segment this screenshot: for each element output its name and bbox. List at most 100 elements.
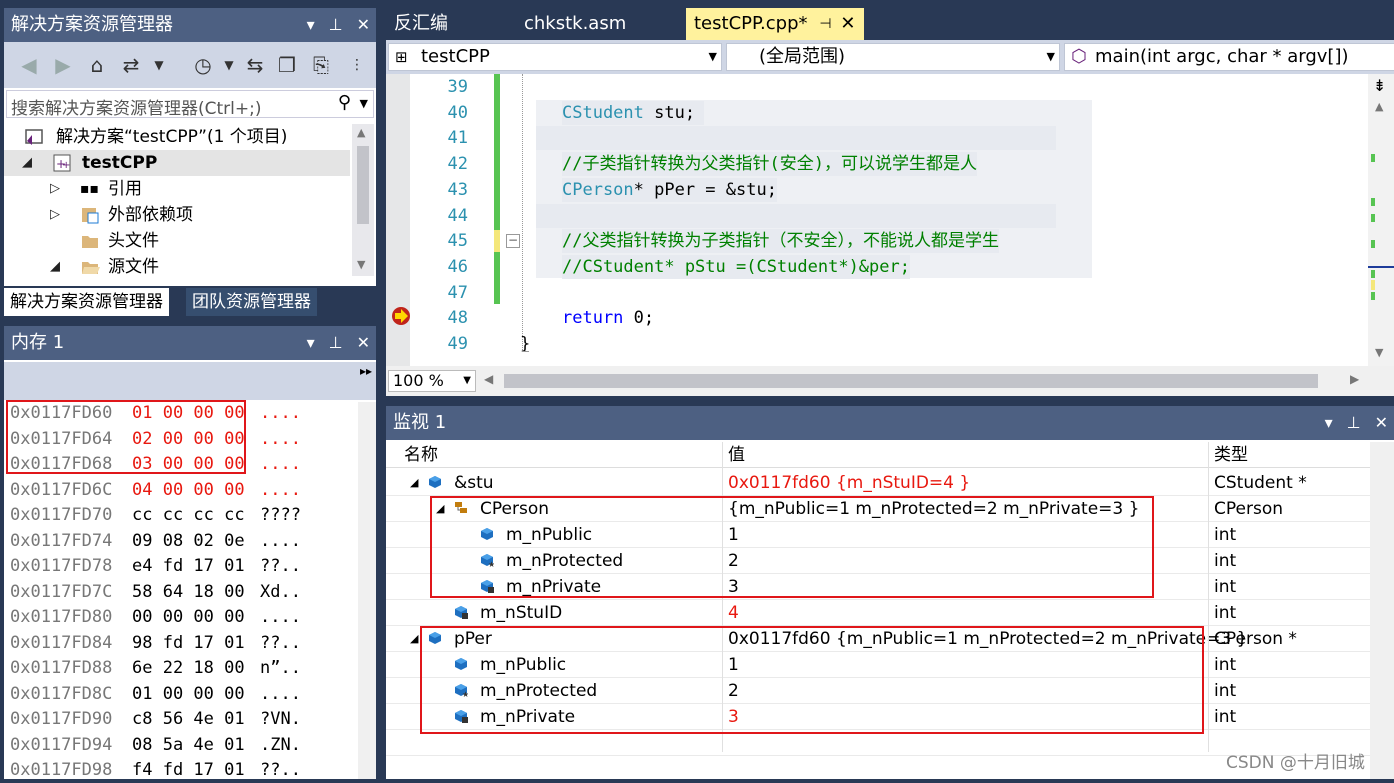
memory-row[interactable]: 0x0117FD84 98 fd 17 01??..: [10, 630, 301, 656]
memory-row[interactable]: 0x0117FD70 cc cc cc cc????: [10, 502, 301, 528]
copy-icon[interactable]: ⎘: [308, 52, 334, 78]
watch-value[interactable]: 3: [728, 574, 739, 600]
collapsed-arrow-icon[interactable]: ▷: [50, 202, 60, 228]
home-icon[interactable]: ⌂: [84, 52, 110, 78]
expanded-arrow-icon[interactable]: ◢: [436, 496, 444, 522]
memory-row[interactable]: 0x0117FD94 08 5a 4e 01 .ZN.: [10, 732, 301, 758]
watch-row[interactable]: m_nPublic 1 int: [386, 652, 1370, 678]
memory-bytes[interactable]: 6e 22 18 00: [132, 655, 245, 681]
pin-icon[interactable]: ⊥: [329, 326, 343, 360]
close-icon[interactable]: ✕: [1375, 406, 1388, 440]
watch-value[interactable]: 4: [728, 600, 739, 626]
column-header-value[interactable]: 值: [728, 442, 745, 468]
watch-scrollbar[interactable]: [1370, 442, 1394, 779]
expanded-arrow-icon[interactable]: ◢: [22, 150, 32, 176]
watch-value[interactable]: 3: [728, 704, 739, 730]
watch-value[interactable]: 1: [728, 522, 739, 548]
chevron-down-icon[interactable]: ▼: [216, 52, 242, 78]
memory-row[interactable]: 0x0117FD64 02 00 00 00....: [10, 426, 301, 452]
watch-row[interactable]: m_nPrivate 3 int: [386, 574, 1370, 600]
memory-bytes[interactable]: 02 00 00 00: [132, 426, 245, 452]
collapsed-arrow-icon[interactable]: ▷: [50, 176, 60, 202]
scrollbar-thumb[interactable]: [357, 146, 369, 224]
watch-row[interactable]: m_nStuID 4 int: [386, 600, 1370, 626]
memory-bytes[interactable]: e4 fd 17 01: [132, 553, 245, 579]
pending-changes-icon[interactable]: ◷: [190, 52, 216, 78]
tree-item-project[interactable]: ◢ + + testCPP: [4, 150, 350, 176]
tab-testcpp-cpp[interactable]: testCPP.cpp* ⊣ ✕: [686, 8, 864, 40]
tab-disassembly[interactable]: 反汇编: [386, 8, 456, 40]
memory-bytes[interactable]: 03 00 00 00: [132, 451, 245, 477]
watch-add-row[interactable]: [386, 730, 1370, 756]
expanded-arrow-icon[interactable]: ◢: [50, 254, 60, 280]
memory-bytes[interactable]: f4 fd 17 01: [132, 757, 245, 783]
collapse-icon[interactable]: −: [506, 234, 520, 248]
dropdown-icon[interactable]: ▾: [1325, 406, 1333, 440]
memory-row[interactable]: 0x0117FD78 e4 fd 17 01??..: [10, 553, 301, 579]
close-icon[interactable]: ✕: [357, 326, 370, 360]
scroll-up-icon[interactable]: ▲: [1375, 100, 1383, 113]
watch-row[interactable]: ◢ CPerson {m_nPublic=1 m_nProtected=2 m_nP…: [386, 496, 1370, 522]
breakpoint-current-line-icon[interactable]: [391, 306, 411, 326]
pin-icon[interactable]: ⊥: [329, 8, 343, 42]
chevron-down-icon[interactable]: ▼: [1047, 44, 1055, 70]
chevron-down-icon[interactable]: ▼: [463, 371, 471, 391]
overflow-icon[interactable]: ▸▸: [360, 364, 372, 378]
watch-value[interactable]: 0x0117fd60 {m_nStuID=4 }: [728, 470, 970, 496]
close-icon[interactable]: ✕: [357, 8, 370, 42]
overflow-icon[interactable]: ⋮: [344, 52, 370, 78]
chevron-down-icon[interactable]: ▼: [360, 97, 368, 110]
watch-row[interactable]: ★ m_nProtected 2 int: [386, 678, 1370, 704]
memory-bytes[interactable]: cc cc cc cc: [132, 502, 245, 528]
collapse-all-icon[interactable]: ❐: [274, 52, 300, 78]
tab-solution-explorer[interactable]: 解决方案资源管理器: [4, 288, 169, 316]
horizontal-scrollbar-thumb[interactable]: [504, 374, 1318, 388]
watch-row[interactable]: ◢ &stu 0x0117fd60 {m_nStuID=4 } CStudent *: [386, 470, 1370, 496]
tab-chkstk-asm[interactable]: chkstk.asm: [516, 8, 634, 40]
pin-icon[interactable]: ⊣: [819, 8, 831, 40]
function-dropdown[interactable]: ⬡ main(int argc, char * argv[]): [1064, 43, 1394, 71]
memory-bytes[interactable]: 01 00 00 00: [132, 400, 245, 426]
code-editor[interactable]: 39 40 CStudent stu; 41 42 //子类指针转换为父类指针(安全)，可…: [386, 74, 1394, 366]
memory-row[interactable]: 0x0117FD90 c8 56 4e 01 ?VN.: [10, 706, 301, 732]
scroll-left-icon[interactable]: ◀: [484, 372, 493, 386]
memory-row[interactable]: 0x0117FD68 03 00 00 00....: [10, 451, 301, 477]
column-header-type[interactable]: 类型: [1214, 442, 1248, 468]
memory-scrollbar[interactable]: [358, 402, 376, 779]
expanded-arrow-icon[interactable]: ◢: [410, 470, 418, 496]
memory-row[interactable]: 0x0117FD60 01 00 00 00....: [10, 400, 301, 426]
watch-row[interactable]: ◢ pPer 0x0117fd60 {m_nPublic=1 m_nProtecte…: [386, 626, 1370, 652]
watch-value[interactable]: 2: [728, 548, 739, 574]
memory-bytes[interactable]: 08 5a 4e 01: [132, 732, 245, 758]
expanded-arrow-icon[interactable]: ◢: [410, 626, 418, 652]
watch-value[interactable]: 1: [728, 652, 739, 678]
scope-dropdown[interactable]: (全局范围) ▼: [726, 43, 1060, 71]
column-header-name[interactable]: 名称: [404, 442, 438, 468]
zoom-dropdown[interactable]: 100 % ▼: [388, 370, 476, 392]
dropdown-icon[interactable]: ▾: [307, 326, 315, 360]
memory-row[interactable]: 0x0117FD88 6e 22 18 00 n”..: [10, 655, 301, 681]
memory-bytes[interactable]: 04 00 00 00: [132, 477, 245, 503]
sync-view-icon[interactable]: ⇄: [118, 52, 144, 78]
scroll-down-icon[interactable]: ▼: [357, 258, 365, 271]
memory-row[interactable]: 0x0117FD98 f4 fd 17 01??..: [10, 757, 301, 783]
split-icon[interactable]: ⇟: [1373, 76, 1386, 95]
forward-icon[interactable]: ▶: [50, 52, 76, 78]
close-icon[interactable]: ✕: [840, 8, 855, 40]
solution-tree-scrollbar[interactable]: ▲ ▼: [352, 124, 374, 276]
memory-row[interactable]: 0x0117FD7C 58 64 18 00 Xd..: [10, 579, 301, 605]
memory-bytes[interactable]: c8 56 4e 01: [132, 706, 245, 732]
memory-bytes[interactable]: 01 00 00 00: [132, 681, 245, 707]
memory-row[interactable]: 0x0117FD8C 01 00 00 00....: [10, 681, 301, 707]
back-icon[interactable]: ◀: [16, 52, 42, 78]
dropdown-icon[interactable]: ▾: [307, 8, 315, 42]
refresh-icon[interactable]: ⇆: [242, 52, 268, 78]
chevron-down-icon[interactable]: ▼: [146, 52, 172, 78]
memory-row[interactable]: 0x0117FD80 00 00 00 00....: [10, 604, 301, 630]
watch-row[interactable]: ★ m_nProtected 2 int: [386, 548, 1370, 574]
memory-bytes[interactable]: 00 00 00 00: [132, 604, 245, 630]
memory-row[interactable]: 0x0117FD74 09 08 02 0e....: [10, 528, 301, 554]
watch-value[interactable]: 0x0117fd60 {m_nPublic=1 m_nProtected=2 m…: [728, 626, 1247, 652]
scroll-down-icon[interactable]: ▼: [1375, 346, 1383, 359]
tab-team-explorer[interactable]: 团队资源管理器: [186, 288, 317, 316]
